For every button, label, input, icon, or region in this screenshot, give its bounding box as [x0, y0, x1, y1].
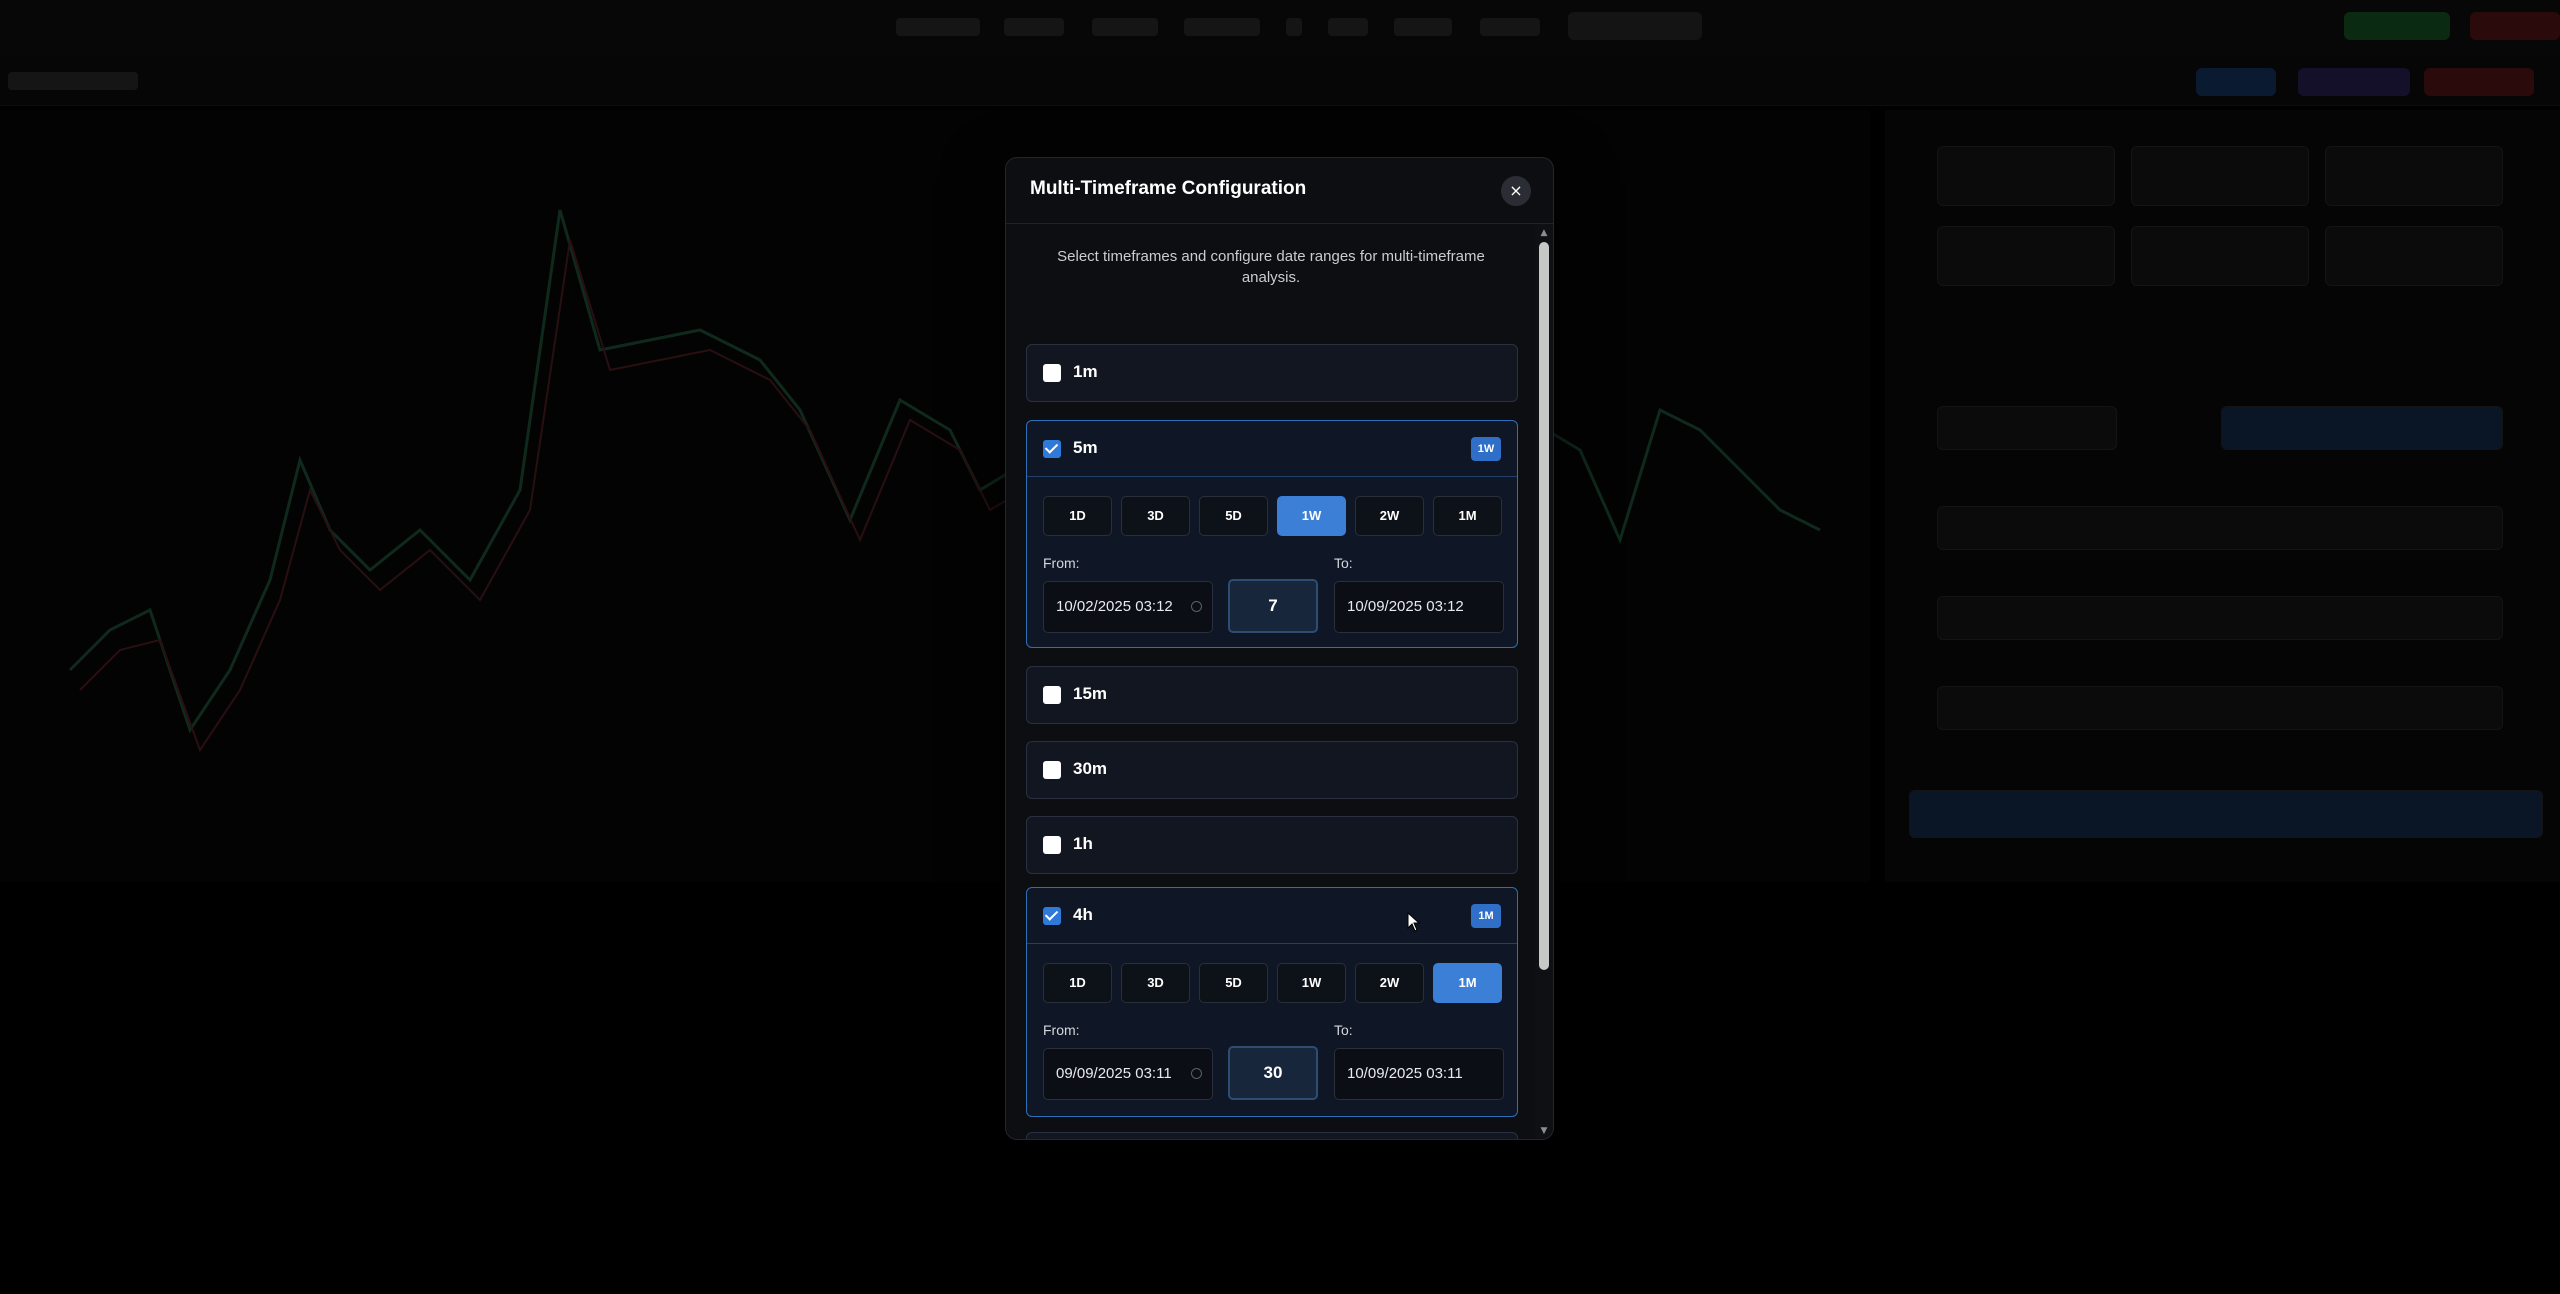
range-button-group: 1D 3D 5D 1W 2W 1M	[1043, 496, 1503, 536]
range-button-1w[interactable]: 1W	[1277, 963, 1346, 1003]
timeframe-header[interactable]: 15m	[1027, 667, 1517, 723]
modal-header: Multi-Timeframe Configuration ×	[1006, 158, 1553, 224]
range-button-group: 1D 3D 5D 1W 2W 1M	[1043, 963, 1503, 1003]
close-button[interactable]: ×	[1501, 176, 1531, 206]
range-button-1d[interactable]: 1D	[1043, 963, 1112, 1003]
range-badge: 1W	[1471, 437, 1501, 461]
to-label: To:	[1334, 1022, 1353, 1038]
to-date-input[interactable]: 10/09/2025 03:11	[1334, 1048, 1504, 1100]
modal-intro-text: Select timeframes and configure date ran…	[1057, 248, 1485, 286]
to-date-value: 10/09/2025 03:11	[1347, 1065, 1463, 1082]
range-badge: 1M	[1471, 904, 1501, 928]
timeframe-header[interactable]: 1D	[1027, 1133, 1517, 1139]
timeframe-label: 15m	[1073, 684, 1108, 703]
timeframe-header[interactable]: 4h 1M	[1027, 888, 1517, 944]
range-button-1w[interactable]: 1W	[1277, 496, 1346, 536]
days-input[interactable]: 7	[1228, 579, 1318, 633]
checkbox-icon[interactable]	[1043, 440, 1061, 458]
to-date-value: 10/09/2025 03:12	[1347, 598, 1464, 615]
checkbox-icon[interactable]	[1043, 686, 1061, 704]
multi-timeframe-modal: Multi-Timeframe Configuration × Select t…	[1005, 157, 1554, 1140]
range-button-2w[interactable]: 2W	[1355, 963, 1424, 1003]
timeframe-card-1m[interactable]: 1m	[1026, 344, 1518, 402]
background-top-nav	[0, 0, 2560, 56]
from-label: From:	[1043, 1022, 1080, 1038]
timeframe-label: 4h	[1073, 905, 1093, 924]
calendar-icon[interactable]	[1191, 601, 1202, 612]
range-button-3d[interactable]: 3D	[1121, 963, 1190, 1003]
timeframe-label: 30m	[1073, 759, 1108, 778]
timeframe-card-1h[interactable]: 1h	[1026, 816, 1518, 874]
days-input[interactable]: 30	[1228, 1046, 1318, 1100]
range-button-1m[interactable]: 1M	[1433, 496, 1502, 536]
timeframe-card-4h[interactable]: 4h 1M 1D 3D 5D 1W 2W 1M From: To: 09/09/…	[1026, 887, 1518, 1117]
checkbox-icon[interactable]	[1043, 836, 1061, 854]
from-label: From:	[1043, 555, 1080, 571]
range-button-1m[interactable]: 1M	[1433, 963, 1502, 1003]
checkbox-icon[interactable]	[1043, 761, 1061, 779]
from-date-input[interactable]: 10/02/2025 03:12	[1043, 581, 1213, 633]
timeframe-card-5m[interactable]: 5m 1W 1D 3D 5D 1W 2W 1M From: To: 10/02/…	[1026, 420, 1518, 648]
modal-body: Select timeframes and configure date ran…	[1006, 224, 1536, 1139]
scrollbar-thumb[interactable]	[1539, 242, 1549, 970]
timeframe-label: 1h	[1073, 834, 1093, 853]
range-button-5d[interactable]: 5D	[1199, 496, 1268, 536]
timeframe-label: 1m	[1073, 362, 1098, 381]
app-root: Multi-Timeframe Configuration × Select t…	[0, 0, 2560, 1294]
range-button-1d[interactable]: 1D	[1043, 496, 1112, 536]
range-button-3d[interactable]: 3D	[1121, 496, 1190, 536]
from-date-input[interactable]: 09/09/2025 03:11	[1043, 1048, 1213, 1100]
calendar-icon[interactable]	[1191, 1068, 1202, 1079]
scroll-up-icon[interactable]: ▲	[1539, 228, 1549, 238]
timeframe-header[interactable]: 30m	[1027, 742, 1517, 798]
timeframe-header[interactable]: 1h	[1027, 817, 1517, 873]
timeframe-card-30m[interactable]: 30m	[1026, 741, 1518, 799]
to-date-input[interactable]: 10/09/2025 03:12	[1334, 581, 1504, 633]
timeframe-header[interactable]: 1m	[1027, 345, 1517, 401]
modal-title: Multi-Timeframe Configuration	[1030, 178, 1307, 199]
from-date-value: 10/02/2025 03:12	[1056, 598, 1173, 615]
background-side-panel	[1885, 110, 2560, 882]
checkbox-icon[interactable]	[1043, 364, 1061, 382]
range-button-5d[interactable]: 5D	[1199, 963, 1268, 1003]
scroll-down-icon[interactable]: ▼	[1539, 1126, 1549, 1136]
from-date-value: 09/09/2025 03:11	[1056, 1065, 1172, 1082]
timeframe-header[interactable]: 5m 1W	[1027, 421, 1517, 477]
background-price-chart	[0, 110, 1870, 882]
close-icon: ×	[1509, 181, 1523, 200]
checkbox-icon[interactable]	[1043, 907, 1061, 925]
timeframe-card-1d[interactable]: 1D	[1026, 1132, 1518, 1139]
timeframe-card-15m[interactable]: 15m	[1026, 666, 1518, 724]
range-button-2w[interactable]: 2W	[1355, 496, 1424, 536]
background-toolbar	[0, 56, 2560, 106]
to-label: To:	[1334, 555, 1353, 571]
timeframe-label: 5m	[1073, 438, 1098, 457]
modal-scrollbar[interactable]: ▲ ▼	[1535, 224, 1553, 1139]
